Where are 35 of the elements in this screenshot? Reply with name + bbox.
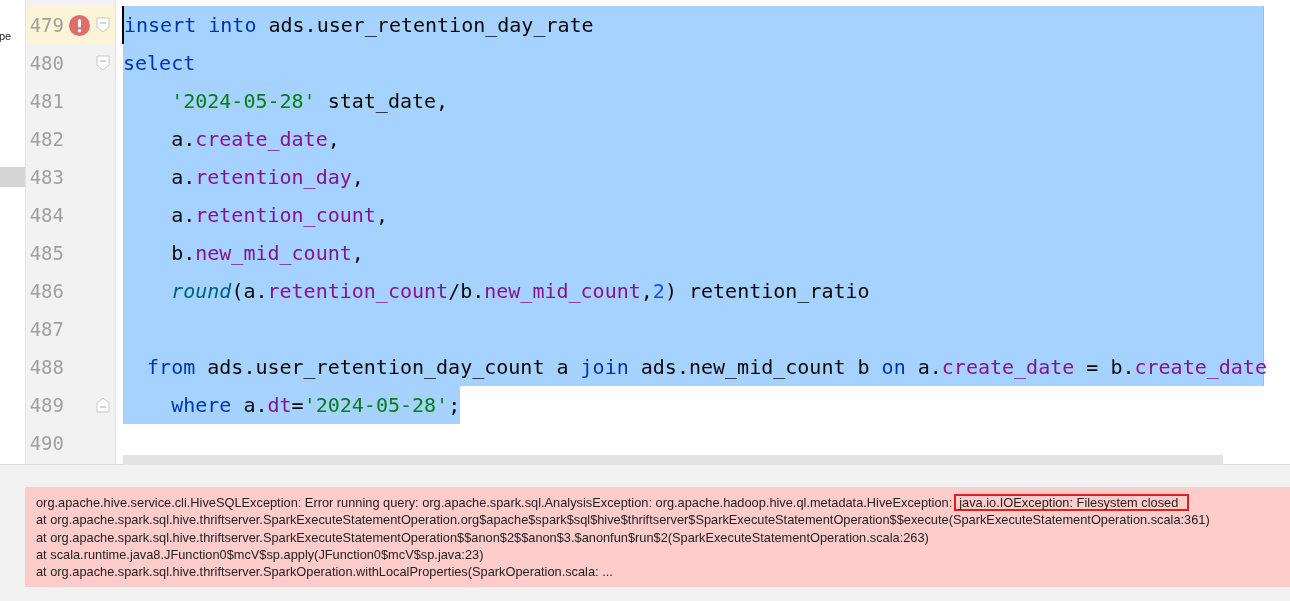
code-line: from ads.user_retention_day_count a join ads.new_mid_count b on a.create_date = b.create_date [146,355,1267,379]
horizontal-scrollbar[interactable] [123,455,1223,465]
line-number: 480 [28,52,64,74]
code-line: '2024-05-28' stat_date, [170,89,449,113]
fold-marker-icon[interactable] [96,17,110,33]
line-number: 486 [28,280,64,302]
list-highlight [0,167,25,187]
code-line: a.retention_count, [170,203,388,227]
highlighted-error-message: java.io.IOException: Filesystem closed [954,494,1190,512]
line-number: 479 [28,14,64,36]
code-line: where a.dt='2024-05-28'; [170,393,461,417]
code-line: a.create_date, [170,127,340,151]
fold-marker-icon[interactable] [96,397,110,413]
line-number: 481 [28,90,64,112]
code-line: a.retention_day, [170,165,364,189]
line-number: 483 [28,166,64,188]
line-number: 487 [28,318,64,340]
stack-trace-line: at org.apache.spark.sql.hive.thriftserver.SparkOperation.withLocalProperties(SparkOperation.scala: ... [36,563,614,581]
stack-trace-line: at org.apache.spark.sql.hive.thriftserver.SparkExecuteStatementOperation$$anon$2$$anon$3.$anonfun$run$2(SparkExecuteStatementOperation.scala:263) [36,528,930,546]
line-number: 489 [28,394,64,416]
error-message: org.apache.hive.service.cli.HiveSQLException: Error running query: org.apache.spark.sql.AnalysisException: org.apache.hadoop.hive.ql.metadata.HiveException: [36,494,953,512]
line-number: 482 [28,128,64,150]
line-number: 485 [28,242,64,264]
stack-trace-line: at org.apache.spark.sql.hive.thriftserver.SparkExecuteStatementOperation.org$apache$spark$sql$hive$thriftserver$SparkExecuteStatementOperation$$execute(SparkExecuteStatementOperation.scala:361) [36,511,1211,529]
line-number: 490 [28,432,64,454]
panel-text-fragment: pe [0,30,12,42]
fold-marker-icon[interactable] [96,55,110,71]
line-number: 488 [28,356,64,378]
code-line: select [123,51,196,75]
line-number: 484 [28,204,64,226]
code-line: insert into ads.user_retention_day_rate [124,13,594,37]
error-icon[interactable] [68,14,90,36]
stack-trace-line: at scala.runtime.java8.JFunction0$mcV$sp.apply(JFunction0$mcV$sp.java:23) [36,545,485,564]
code-line: b.new_mid_count, [170,241,364,265]
code-line: round(a.retention_count/b.new_mid_count,2) retention_ratio [170,279,870,303]
